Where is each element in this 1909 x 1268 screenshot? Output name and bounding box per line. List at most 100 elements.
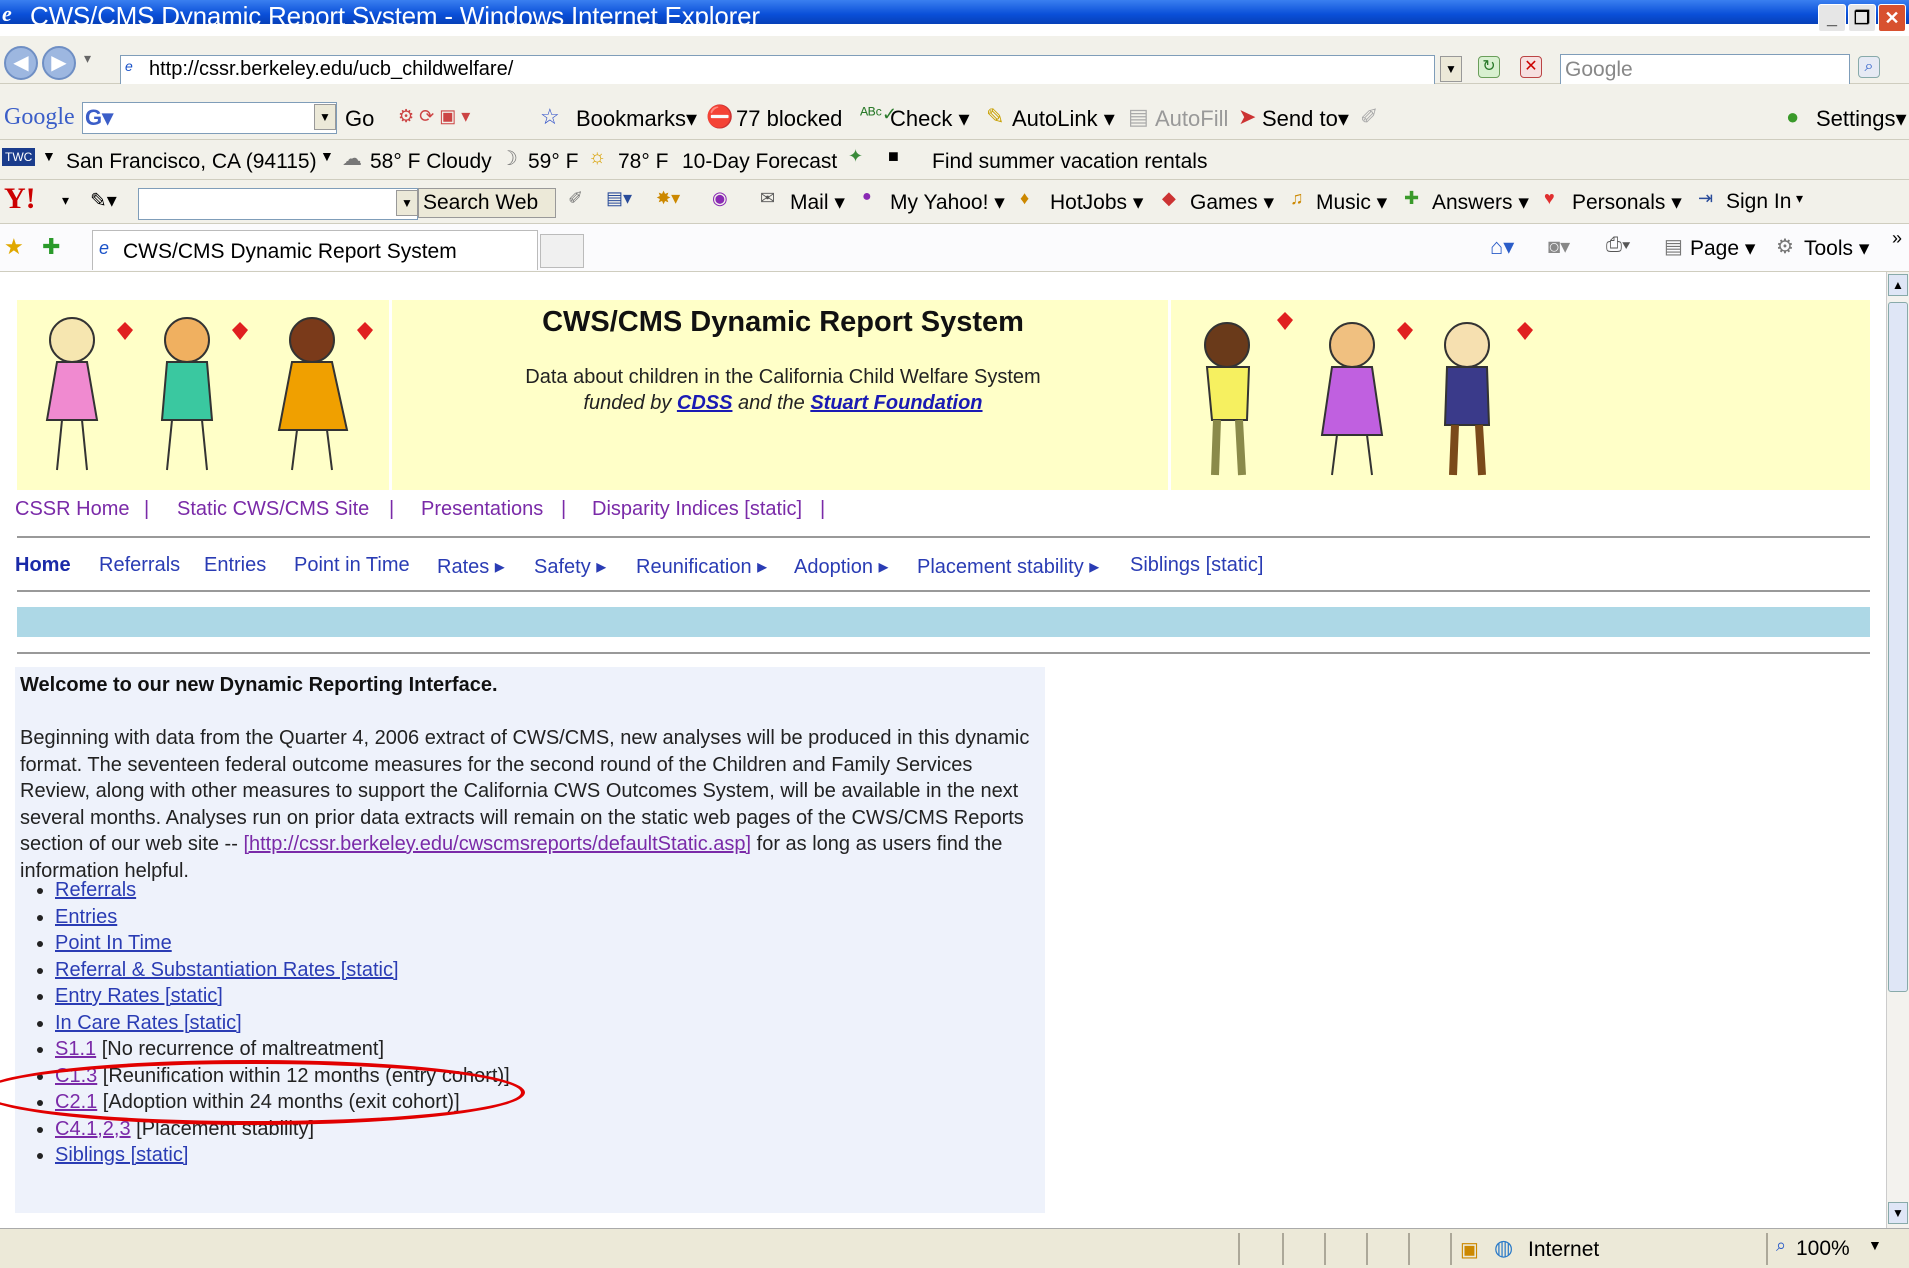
vertical-scrollbar[interactable]: ▲ ▼: [1886, 272, 1909, 1228]
nav-home[interactable]: Home: [15, 554, 71, 577]
address-dropdown[interactable]: ▼: [1440, 56, 1462, 82]
nav-safety[interactable]: Safety ▸: [534, 554, 606, 579]
hotjobs-icon: ♦: [1020, 188, 1030, 208]
forward-icon[interactable]: ▶: [42, 46, 76, 80]
nav-reunification[interactable]: Reunification ▸: [636, 554, 767, 579]
settings-button[interactable]: Settings▾: [1816, 106, 1907, 132]
current-weather[interactable]: 58° F Cloudy: [370, 150, 492, 174]
referral-rates-link[interactable]: Referral & Substantiation Rates [static]: [55, 959, 399, 981]
toolbar-overflow-icon[interactable]: »: [1892, 228, 1902, 249]
entries-link[interactable]: Entries: [55, 906, 117, 928]
sendto-button[interactable]: Send to▾: [1262, 106, 1349, 132]
high-temp[interactable]: 78° F: [618, 150, 668, 174]
restore-button[interactable]: ❐: [1848, 4, 1876, 32]
google-search-dropdown[interactable]: ▼: [314, 104, 336, 130]
autofill-button[interactable]: AutoFill: [1155, 106, 1228, 132]
video-icon[interactable]: ■: [888, 146, 899, 167]
scroll-down-icon[interactable]: ▼: [1888, 1202, 1908, 1224]
sign-in-dropdown-icon[interactable]: ▾: [1796, 190, 1803, 207]
games-button[interactable]: Games ▾: [1190, 190, 1274, 215]
low-temp[interactable]: 59° F: [528, 150, 578, 174]
nav-adoption[interactable]: Adoption ▸: [794, 554, 889, 579]
personals-button[interactable]: Personals ▾: [1572, 190, 1682, 215]
pencil-icon[interactable]: ✎▾: [90, 188, 117, 213]
top-nav-cssr-home[interactable]: CSSR Home: [15, 498, 129, 521]
highlighter-icon[interactable]: ✐: [568, 188, 583, 209]
zoom-dropdown-icon[interactable]: ▼: [1868, 1237, 1882, 1253]
map-icon[interactable]: ✦: [848, 146, 863, 167]
nav-placement-stability[interactable]: Placement stability ▸: [917, 554, 1099, 579]
add-favorites-icon[interactable]: ✚: [42, 234, 60, 260]
stuart-foundation-link[interactable]: Stuart Foundation: [810, 392, 982, 414]
ie-icon: e: [2, 1, 12, 26]
address-input[interactable]: e http://cssr.berkeley.edu/ucb_childwelf…: [120, 55, 1435, 85]
home-icon[interactable]: ⌂▾: [1490, 234, 1514, 260]
tab-active[interactable]: e CWS/CMS Dynamic Report System: [92, 230, 538, 270]
nav-point-in-time[interactable]: Point in Time: [294, 554, 410, 577]
list-item: Referrals: [55, 877, 510, 904]
answers-button[interactable]: Answers ▾: [1432, 190, 1529, 215]
list-item: Entries: [55, 904, 510, 931]
sign-in-button[interactable]: Sign In: [1726, 190, 1791, 214]
bookmarks-button[interactable]: Bookmarks▾: [576, 106, 697, 132]
nav-siblings[interactable]: Siblings [static]: [1130, 554, 1263, 577]
rss-icon[interactable]: ◙▾: [1548, 234, 1570, 259]
scroll-up-icon[interactable]: ▲: [1888, 274, 1908, 296]
refresh-icon[interactable]: ↻: [1478, 56, 1500, 78]
yahoo-dropdown-icon[interactable]: ▾: [62, 192, 69, 209]
go-button[interactable]: Go: [345, 106, 374, 132]
page-menu[interactable]: Page ▾: [1690, 236, 1755, 261]
new-tab-button[interactable]: [540, 234, 584, 268]
back-icon[interactable]: ◀: [4, 46, 38, 80]
zoom-level[interactable]: 100%: [1796, 1237, 1850, 1261]
headphones-icon[interactable]: ◉: [712, 188, 728, 209]
highlight-icon[interactable]: ✐: [1360, 104, 1378, 130]
target-icon[interactable]: ✸▾: [656, 188, 680, 209]
top-nav-disparity[interactable]: Disparity Indices [static]: [592, 498, 802, 521]
nav-referrals[interactable]: Referrals: [99, 554, 180, 577]
point-in-time-link[interactable]: Point In Time: [55, 932, 172, 954]
blocked-count[interactable]: 77 blocked: [736, 106, 842, 132]
news-icon[interactable]: ⚙ ⟳ ▣ ▾: [398, 106, 470, 127]
vacation-rentals-link[interactable]: Find summer vacation rentals: [932, 150, 1207, 174]
yahoo-search-dropdown[interactable]: ▼: [396, 190, 418, 216]
hotjobs-button[interactable]: HotJobs ▾: [1050, 190, 1143, 215]
tools-menu[interactable]: Tools ▾: [1804, 236, 1869, 261]
welcome-heading: Welcome to our new Dynamic Reporting Int…: [20, 674, 498, 696]
forecast-button[interactable]: 10-Day Forecast: [682, 150, 837, 174]
mail-button[interactable]: Mail ▾: [790, 190, 845, 215]
search-icon[interactable]: ⌕: [1858, 56, 1880, 78]
in-care-rates-link[interactable]: In Care Rates [static]: [55, 1012, 242, 1034]
location-selector[interactable]: San Francisco, CA (94115): [66, 150, 317, 174]
top-nav-static-site[interactable]: Static CWS/CMS Site: [177, 498, 369, 521]
close-button[interactable]: ✕: [1878, 4, 1906, 32]
google-search-input[interactable]: G▾: [82, 102, 337, 134]
autolink-button[interactable]: AutoLink ▾: [1012, 106, 1115, 132]
my-yahoo-button[interactable]: My Yahoo! ▾: [890, 190, 1005, 215]
check-button[interactable]: Check ▾: [890, 106, 970, 132]
top-nav-presentations[interactable]: Presentations: [421, 498, 543, 521]
twc-dropdown-icon[interactable]: ▼: [42, 148, 56, 164]
s1-1-link[interactable]: S1.1: [55, 1038, 96, 1060]
favorites-star-icon[interactable]: ★: [4, 234, 24, 260]
nav-rates[interactable]: Rates ▸: [437, 554, 505, 579]
cdss-link[interactable]: CDSS: [677, 392, 733, 414]
nav-entries[interactable]: Entries: [204, 554, 266, 577]
print-icon[interactable]: ⎙▾: [1606, 234, 1630, 257]
location-dropdown-icon[interactable]: ▼: [320, 148, 334, 164]
static-site-link[interactable]: [http://cssr.berkeley.edu/cwscmsreports/…: [243, 833, 751, 855]
layout-icon[interactable]: ▤▾: [606, 188, 632, 209]
yahoo-search-input[interactable]: [138, 188, 418, 220]
yahoo-toolbar: Y! ▾ ✎▾ ▼ Search Web ✐ ▤▾ ✸▾ ◉ ✉ Mail ▾ …: [0, 180, 1909, 224]
music-button[interactable]: Music ▾: [1316, 190, 1387, 215]
referrals-link[interactable]: Referrals: [55, 879, 136, 901]
minimize-button[interactable]: _: [1818, 4, 1846, 32]
scroll-thumb[interactable]: [1888, 302, 1908, 992]
google-g-icon: G▾: [85, 105, 114, 130]
stop-icon[interactable]: ✕: [1520, 56, 1542, 78]
search-input[interactable]: Google: [1560, 54, 1850, 86]
entry-rates-link[interactable]: Entry Rates [static]: [55, 985, 223, 1007]
search-web-button[interactable]: Search Web: [418, 188, 556, 218]
history-dropdown-icon[interactable]: ▾: [84, 50, 91, 67]
siblings-link[interactable]: Siblings [static]: [55, 1144, 188, 1166]
